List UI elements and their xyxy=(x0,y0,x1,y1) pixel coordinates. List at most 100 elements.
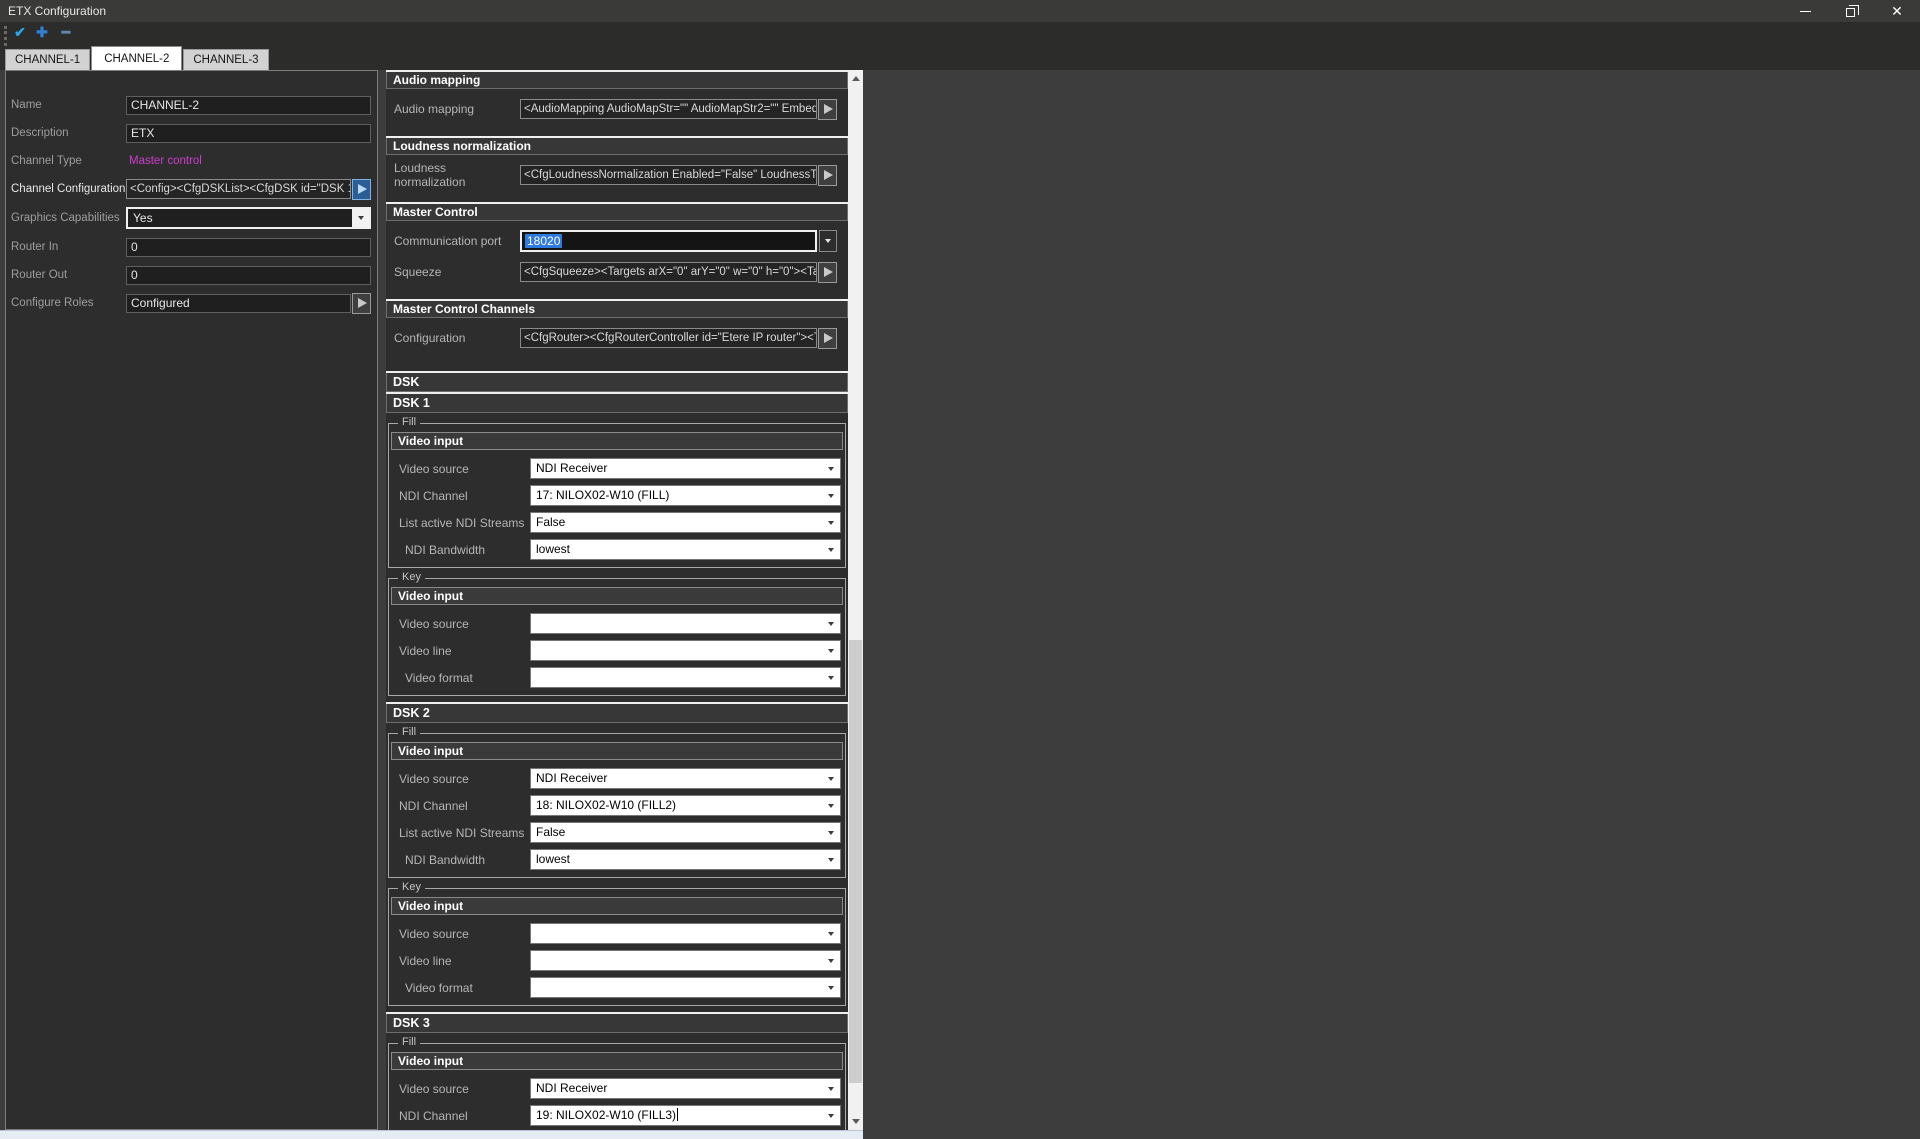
video-source-select[interactable]: NDI Receiver xyxy=(530,458,841,479)
list-active-ndi-streams-select[interactable]: False xyxy=(530,512,841,533)
add-icon[interactable]: ✚ xyxy=(32,24,52,41)
loudness-normalization-browse-button[interactable] xyxy=(818,165,837,186)
video-source-row: Video source NDI Receiver xyxy=(399,768,841,789)
video-format-select[interactable] xyxy=(530,667,841,688)
remove-icon[interactable]: ━ xyxy=(56,24,76,41)
list-active-ndi-streams-label: List active NDI Streams xyxy=(399,516,530,530)
section-header: Loudness normalization xyxy=(386,138,848,155)
dropdown-button[interactable] xyxy=(352,209,369,227)
channel-configuration-input[interactable]: <Config><CfgDSKList><CfgDSK id="DSK 1"><… xyxy=(126,179,351,199)
ndi-channel-select[interactable]: 18: NILOX02-W10 (FILL2) xyxy=(530,795,841,816)
video-source-select[interactable] xyxy=(530,923,841,944)
dropdown-button[interactable] xyxy=(822,769,840,788)
video-source-label: Video source xyxy=(399,462,530,476)
list-active-ndi-streams-label: List active NDI Streams xyxy=(399,826,530,840)
tab-channel-1[interactable]: CHANNEL-1 xyxy=(5,49,90,70)
mcc-configuration-input[interactable]: <CfgRouter><CfgRouterController id="Eter… xyxy=(520,328,817,348)
list-active-ndi-streams-select[interactable]: False xyxy=(530,822,841,843)
squeeze-browse-button[interactable] xyxy=(818,262,837,283)
section-header: DSK 3 xyxy=(386,1014,848,1033)
dropdown-button[interactable] xyxy=(822,459,840,478)
dropdown-button[interactable] xyxy=(822,850,840,869)
dropdown-button[interactable] xyxy=(822,951,840,970)
group-label: Fill xyxy=(398,416,420,428)
dropdown-button[interactable] xyxy=(822,796,840,815)
mcc-configuration-browse-button[interactable] xyxy=(818,328,837,349)
ndi-channel-select[interactable]: 17: NILOX02-W10 (FILL) xyxy=(530,485,841,506)
tab-channel-3[interactable]: CHANNEL-3 xyxy=(183,49,268,70)
ndi-bandwidth-select[interactable]: lowest xyxy=(530,539,841,560)
chevron-down-icon xyxy=(828,467,834,471)
tab-channel-2[interactable]: CHANNEL-2 xyxy=(91,46,182,70)
name-input[interactable]: CHANNEL-2 xyxy=(126,96,371,115)
vertical-scrollbar[interactable] xyxy=(848,70,863,1130)
squeeze-input[interactable]: <CfgSqueeze><Targets arX="0" arY="0" w="… xyxy=(520,262,817,282)
dropdown-button[interactable] xyxy=(822,668,840,687)
channel-type-label: Channel Type xyxy=(11,155,126,167)
channel-type-row: Channel Type Master control xyxy=(11,151,371,171)
video-source-label: Video source xyxy=(399,617,530,631)
dropdown-button[interactable] xyxy=(822,614,840,633)
section-dsk1: DSK 1 xyxy=(386,392,848,413)
ndi-bandwidth-select[interactable]: lowest xyxy=(530,849,841,870)
video-source-value: NDI Receiver xyxy=(531,1079,822,1098)
scroll-up-button[interactable] xyxy=(848,70,863,87)
channel-detail-panel: Audio mapping Audio mapping <AudioMappin… xyxy=(386,70,848,1130)
dropdown-button[interactable] xyxy=(822,924,840,943)
chevron-down-icon xyxy=(828,831,834,835)
chevron-down-icon xyxy=(828,858,834,862)
audio-mapping-browse-button[interactable] xyxy=(818,99,837,120)
configure-roles-input[interactable]: Configured xyxy=(126,294,351,313)
loudness-normalization-input[interactable]: <CfgLoudnessNormalization Enabled="False… xyxy=(520,165,817,185)
video-line-select[interactable] xyxy=(530,950,841,971)
toolbar-strip: ✔ ✚ ━ CHANNEL-1 CHANNEL-2 CHANNEL-3 xyxy=(0,22,1920,70)
dsk3-fill-group: Fill Video input Video source NDI Receiv… xyxy=(388,1043,846,1130)
grip-handle[interactable] xyxy=(4,26,7,46)
communication-port-value: 18020 xyxy=(525,234,562,248)
dropdown-button[interactable] xyxy=(822,641,840,660)
audio-mapping-row: Audio mapping <AudioMapping AudioMapStr=… xyxy=(394,98,837,120)
router-out-input[interactable]: 0 xyxy=(126,266,371,285)
communication-port-combobox[interactable]: 18020 xyxy=(520,230,817,252)
video-source-select[interactable]: NDI Receiver xyxy=(530,768,841,789)
dropdown-button[interactable] xyxy=(822,1106,840,1125)
configure-roles-browse-button[interactable] xyxy=(352,293,371,314)
chevron-down-icon xyxy=(828,804,834,808)
dropdown-button[interactable] xyxy=(822,978,840,997)
dropdown-button[interactable] xyxy=(822,540,840,559)
ndi-channel-label: NDI Channel xyxy=(399,799,530,813)
chevron-down-icon xyxy=(828,521,834,525)
dropdown-button[interactable] xyxy=(822,513,840,532)
section-dsk2: DSK 2 xyxy=(386,702,848,723)
minimize-button[interactable] xyxy=(1782,0,1828,22)
description-input[interactable]: ETX xyxy=(126,124,371,143)
dropdown-button[interactable] xyxy=(822,486,840,505)
ndi-channel-select[interactable]: 19: NILOX02-W10 (FILL3) xyxy=(530,1105,841,1126)
dsk1-fill-group: Fill Video input Video source NDI Receiv… xyxy=(388,423,846,568)
graphics-capabilities-select[interactable]: Yes xyxy=(126,207,371,229)
horizontal-scrollbar[interactable] xyxy=(0,1130,863,1139)
scroll-down-button[interactable] xyxy=(848,1113,863,1130)
video-source-select[interactable] xyxy=(530,613,841,634)
channel-configuration-browse-button[interactable] xyxy=(352,179,371,200)
video-format-select[interactable] xyxy=(530,977,841,998)
video-source-value xyxy=(531,614,822,633)
router-in-input[interactable]: 0 xyxy=(126,238,371,257)
close-button[interactable]: ✕ xyxy=(1874,0,1920,22)
communication-port-dropdown-button[interactable] xyxy=(819,230,837,252)
video-source-select[interactable]: NDI Receiver xyxy=(530,1078,841,1099)
section-header: DSK 1 xyxy=(386,394,848,413)
confirm-icon[interactable]: ✔ xyxy=(10,24,30,41)
scrollbar-thumb[interactable] xyxy=(849,640,862,1083)
video-line-select[interactable] xyxy=(530,640,841,661)
dsk1-key-group: Key Video input Video source Video line … xyxy=(388,578,846,696)
dropdown-button[interactable] xyxy=(822,1079,840,1098)
communication-port-row: Communication port 18020 xyxy=(394,230,837,252)
restore-button[interactable] xyxy=(1828,0,1874,22)
ndi-channel-value: 18: NILOX02-W10 (FILL2) xyxy=(531,796,822,815)
audio-mapping-input[interactable]: <AudioMapping AudioMapStr="" AudioMapStr… xyxy=(520,99,817,119)
chevron-up-icon xyxy=(852,76,860,81)
list-active-ndi-streams-value: False xyxy=(531,823,822,842)
ndi-channel-row: NDI Channel 17: NILOX02-W10 (FILL) xyxy=(399,485,841,506)
dropdown-button[interactable] xyxy=(822,823,840,842)
